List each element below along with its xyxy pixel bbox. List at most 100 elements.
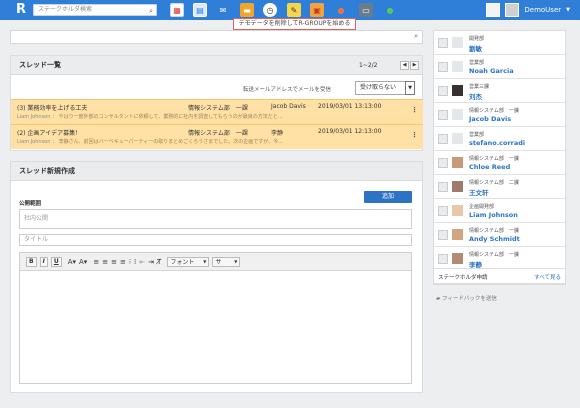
more-icon[interactable]: ⋮	[411, 106, 418, 114]
add-button[interactable]: 追加	[364, 191, 412, 203]
memo-icon[interactable]: ✎	[287, 3, 301, 17]
thread-title[interactable]: (2) 企画アイデア募集！	[17, 128, 81, 137]
checkbox-icon[interactable]	[438, 254, 448, 264]
stakeholder-search-input[interactable]: ステークホルダ検索 ⌕	[33, 4, 157, 16]
stakeholder-item[interactable]: 情報システム部 一課 Jacob Davis	[434, 103, 565, 127]
people-list: 開発部 劉敏 営業部 Noah Garcia 営業三課 刘杰 情報システム部 一課 Jacob…	[434, 31, 565, 271]
stakeholder-item[interactable]: 営業部 Noah Garcia	[434, 55, 565, 79]
chat-icon[interactable]: ●	[383, 3, 397, 17]
thread-row[interactable]: (2) 企画アイデア募集！ 情報システム部 一課 李静 2019/03/01 1…	[11, 124, 423, 149]
checkbox-icon[interactable]	[438, 230, 448, 240]
thread-date: 2019/03/01 12:13:00	[318, 128, 382, 135]
bg-color-icon[interactable]: A▾	[79, 258, 87, 266]
stakeholder-name[interactable]: Andy Schmidt	[469, 235, 520, 243]
group-icon[interactable]: ●	[334, 3, 348, 17]
stakeholder-name[interactable]: Chloe Reed	[469, 163, 510, 171]
demo-data-notice[interactable]: デモデータを削除してR-GROUPを始める	[233, 18, 356, 30]
stakeholder-dept: 情報システム部 二課	[469, 180, 519, 186]
justify-icon[interactable]: ≡	[120, 258, 126, 266]
thread-preview: Liam Johnson ： 李静さん、前回はバーベキューパーティーの取りまとめ…	[17, 139, 284, 145]
thread-search-input[interactable]: ⌕	[10, 30, 423, 44]
stakeholder-dept: 情報システム部 一課	[469, 228, 519, 234]
stakeholder-name[interactable]: Noah Garcia	[469, 67, 514, 75]
next-page-button[interactable]: ▶	[410, 61, 419, 70]
new-thread-title: スレッド新規作成	[19, 167, 75, 175]
title-input[interactable]: タイトル	[19, 234, 412, 246]
thread-author: Liam Johnson	[17, 114, 51, 120]
stakeholder-dept: 開発部	[469, 36, 485, 42]
avatar	[452, 85, 463, 96]
stakeholder-item[interactable]: 企画開発部 Liam Johnson	[434, 199, 565, 223]
checkbox-icon[interactable]	[438, 110, 448, 120]
chevron-down-icon: ▼	[566, 7, 570, 13]
checkbox-icon[interactable]	[438, 62, 448, 72]
avatar	[452, 181, 463, 192]
text-color-icon[interactable]: A▾	[68, 258, 76, 266]
thread-dept: 情報システム部 一課	[188, 105, 248, 112]
avatar	[452, 229, 463, 240]
stakeholder-dept: 営業部	[469, 132, 485, 138]
stakeholder-item[interactable]: 情報システム部 二課 王文轩	[434, 175, 565, 199]
align-right-icon[interactable]: ≡	[111, 258, 117, 266]
folder-icon[interactable]: ▬	[240, 3, 254, 17]
checkbox-icon[interactable]	[438, 38, 448, 48]
stakeholder-request-box: ステークホルダ申請 すべて見る	[433, 268, 566, 284]
checkbox-icon[interactable]	[438, 86, 448, 96]
mail-icon[interactable]: ✉	[216, 3, 230, 17]
search-icon[interactable]: ⌕	[149, 6, 153, 16]
bullet-list-icon[interactable]: ⁞	[134, 258, 136, 266]
scope-field[interactable]: 社内公開	[19, 209, 412, 229]
checkbox-icon[interactable]	[438, 158, 448, 168]
stakeholder-name[interactable]: 刘杰	[469, 91, 482, 101]
checkbox-icon[interactable]	[438, 182, 448, 192]
app-logo[interactable]: R	[16, 2, 30, 18]
align-left-icon[interactable]: ≡	[93, 258, 99, 266]
calendar-icon[interactable]: ▦	[170, 3, 184, 17]
indent-icon[interactable]: ⇥	[148, 258, 154, 266]
checkbox-icon[interactable]	[438, 206, 448, 216]
stakeholder-name[interactable]: 王文轩	[469, 187, 489, 197]
stakeholder-name[interactable]: stefano.corradi	[469, 139, 525, 147]
scope-label: 公開範囲	[19, 201, 42, 207]
avatar	[452, 205, 463, 216]
stakeholder-name[interactable]: 劉敏	[469, 43, 482, 53]
stakeholder-item[interactable]: 情報システム部 一課 Chloe Reed	[434, 151, 565, 175]
thread-row[interactable]: (3) 業務効率を上げる工夫 情報システム部 一課 Jacob Davis 20…	[11, 99, 423, 124]
editor-toolbar: B I U A▾ A▾ ≡ ≡ ≡ ≡ ⁝ ⁞ ⇤ ⇥ T̸ フォント ▼ サ ▼	[20, 253, 411, 271]
checkbox-icon[interactable]	[438, 134, 448, 144]
stakeholder-item[interactable]: 営業部 stefano.corradi	[434, 127, 565, 151]
more-icon[interactable]: ⋮	[411, 131, 418, 139]
font-select[interactable]: フォント ▼	[167, 256, 210, 267]
thread-title[interactable]: (3) 業務効率を上げる工夫	[17, 103, 87, 112]
stakeholder-name[interactable]: Liam Johnson	[469, 211, 518, 219]
project-icon[interactable]: ▣	[310, 3, 324, 17]
stakeholder-item[interactable]: 開発部 劉敏	[434, 31, 565, 55]
see-all-link[interactable]: すべて見る	[534, 273, 561, 281]
mail-select-arrow[interactable]: ▼	[405, 81, 415, 95]
thread-icon[interactable]: ▤	[193, 3, 207, 17]
feedback-link[interactable]: ▰ フィードバックを送信	[436, 294, 497, 302]
clock-icon[interactable]: ◷	[263, 3, 277, 17]
clear-format-icon[interactable]: T̸	[157, 258, 161, 266]
stakeholder-name[interactable]: Jacob Davis	[469, 115, 511, 123]
stakeholder-item[interactable]: 営業三課 刘杰	[434, 79, 565, 103]
outdent-icon[interactable]: ⇤	[139, 258, 145, 266]
italic-button[interactable]: I	[39, 256, 48, 267]
pager-text: 1~2/2	[359, 62, 378, 69]
prev-page-button[interactable]: ◀	[400, 61, 409, 70]
avatar	[505, 3, 520, 17]
card-icon[interactable]: ▭	[359, 3, 373, 17]
align-center-icon[interactable]: ≡	[102, 258, 108, 266]
size-select[interactable]: サ ▼	[212, 256, 241, 267]
user-menu[interactable]: DemoUser ▼	[486, 3, 570, 17]
ordered-list-icon[interactable]: ⁝	[129, 258, 131, 266]
thread-preview: Liam Johnson ： やはり一度外部のコンサルタントに依頼して、業務的に…	[17, 114, 283, 120]
underline-button[interactable]: U	[50, 256, 62, 267]
stakeholder-item[interactable]: 情報システム部 一課 Andy Schmidt	[434, 223, 565, 247]
bold-button[interactable]: B	[26, 256, 37, 267]
thread-list-panel: スレッド一覧 1~2/2 ◀ ▶ 転送メールアドレスでメールを受信 受け取らない…	[10, 55, 423, 151]
editor[interactable]: B I U A▾ A▾ ≡ ≡ ≡ ≡ ⁝ ⁞ ⇤ ⇥ T̸ フォント ▼ サ ▼	[19, 252, 412, 384]
font-select-value: フォント	[170, 259, 195, 266]
search-icon[interactable]: ⌕	[414, 32, 418, 41]
stakeholder-dept: 企画開発部	[469, 204, 495, 210]
